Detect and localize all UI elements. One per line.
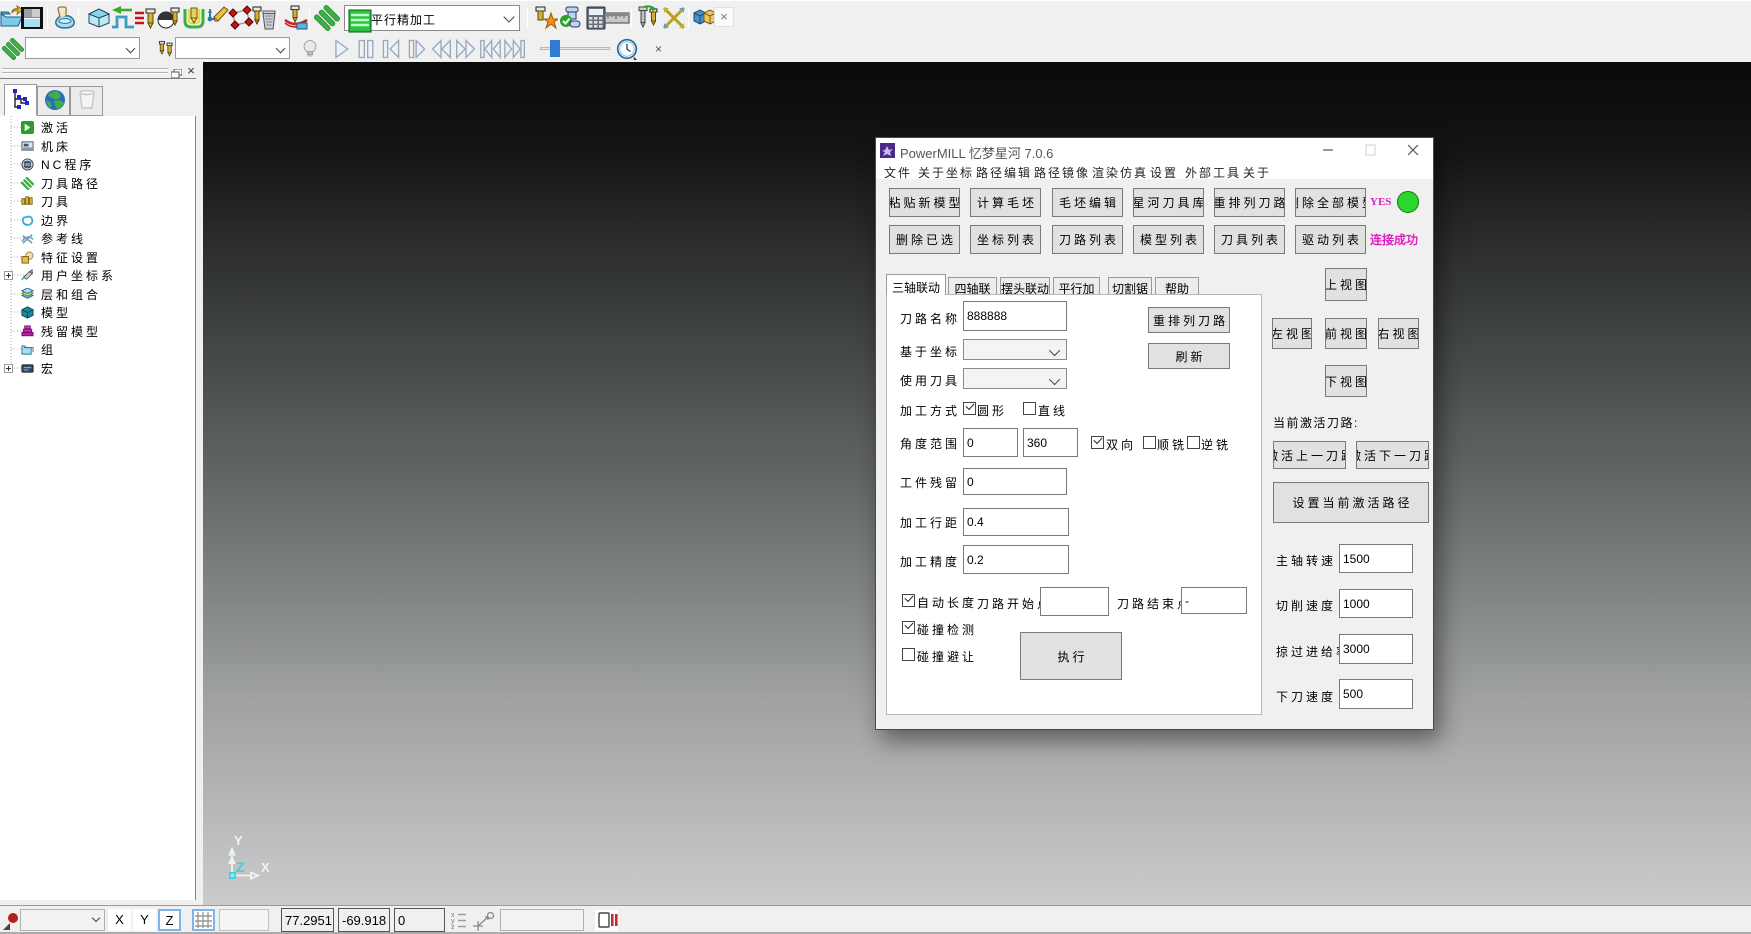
svg-text:z: z [451, 924, 455, 931]
svg-text:Y: Y [234, 833, 243, 848]
svg-text:Z: Z [236, 859, 245, 875]
svg-text:X: X [261, 860, 270, 875]
